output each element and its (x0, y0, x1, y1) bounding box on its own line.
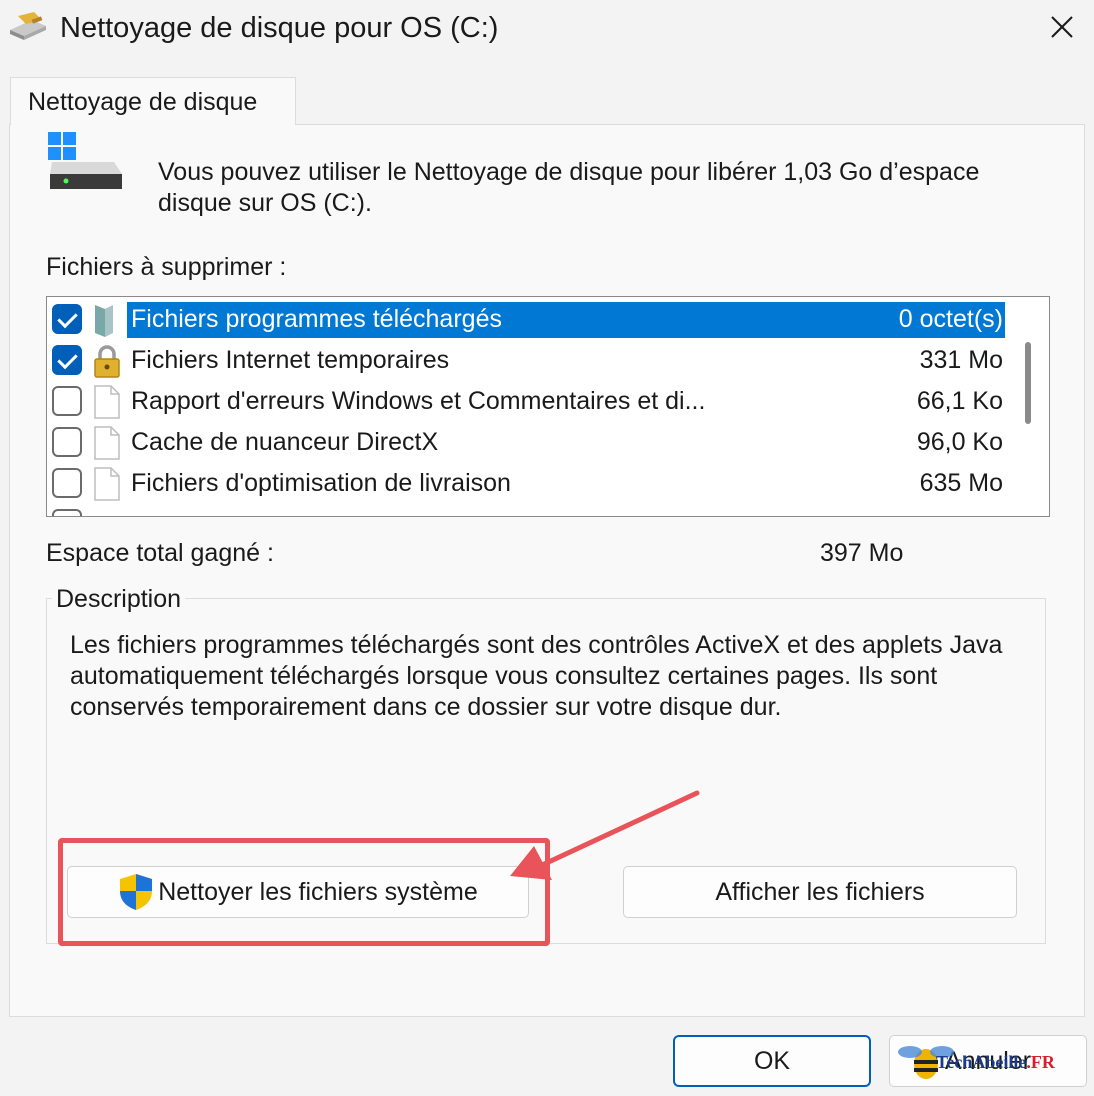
files-list[interactable]: Fichiers programmes téléchargés 0 octet(… (46, 296, 1050, 517)
list-item-partial[interactable] (47, 505, 1007, 516)
intro-text: Vous pouvez utiliser le Nettoyage de dis… (158, 158, 980, 217)
annotation-highlight-box (58, 838, 550, 946)
file-checkbox[interactable] (52, 427, 82, 457)
total-space-value: 397 Mo (820, 539, 904, 567)
file-icon (94, 467, 120, 501)
file-name: Cache de nuanceur DirectX (131, 428, 439, 456)
scrollbar-thumb[interactable] (1025, 342, 1031, 424)
list-item[interactable]: Rapport d'erreurs Windows et Commentaire… (47, 382, 1007, 420)
drive-icon (48, 132, 122, 189)
file-name: Rapport d'erreurs Windows et Commentaire… (131, 387, 706, 415)
file-checkbox[interactable] (52, 468, 82, 498)
file-checkbox[interactable] (52, 304, 82, 334)
file-checkbox[interactable] (52, 345, 82, 375)
file-name: Fichiers Internet temporaires (131, 346, 450, 374)
list-item[interactable]: Fichiers Internet temporaires 331 Mo (47, 341, 1007, 379)
list-item[interactable]: Cache de nuanceur DirectX 96,0 Ko (47, 423, 1007, 461)
file-size: 635 Mo (919, 469, 1003, 497)
close-icon (1051, 16, 1073, 38)
file-size: 96,0 Ko (916, 428, 1003, 456)
description-text: Les fichiers programmes téléchargés sont… (70, 631, 1003, 721)
file-size: 331 Mo (919, 346, 1003, 374)
file-size: 66,1 Ko (916, 387, 1003, 415)
file-checkbox[interactable] (52, 509, 82, 516)
files-to-delete-label: Fichiers à supprimer : (46, 253, 287, 281)
file-icon (94, 385, 120, 419)
ok-button[interactable]: OK (673, 1035, 871, 1087)
tab-disk-cleanup-label: Nettoyage de disque (28, 88, 258, 116)
file-name: Fichiers programmes téléchargés (131, 305, 502, 333)
list-item[interactable]: Fichiers d'optimisation de livraison 635… (47, 464, 1007, 502)
file-checkbox[interactable] (52, 386, 82, 416)
description-title: Description (52, 584, 186, 614)
file-size: 0 octet(s) (898, 305, 1003, 333)
view-files-button[interactable]: Afficher les fichiers (623, 866, 1017, 918)
watermark-text: TechAbeille.FR (936, 1052, 1055, 1072)
close-button[interactable] (1032, 2, 1092, 52)
disk-cleanup-app-icon (10, 12, 46, 40)
lock-icon (94, 345, 120, 378)
file-name: Fichiers d'optimisation de livraison (131, 469, 511, 497)
window-title: Nettoyage de disque pour OS (C:) (60, 12, 499, 44)
list-item[interactable]: Fichiers programmes téléchargés 0 octet(… (47, 300, 1007, 338)
folder-icon (95, 305, 113, 337)
total-space-label: Espace total gagné : (46, 539, 274, 567)
file-icon (94, 426, 120, 460)
